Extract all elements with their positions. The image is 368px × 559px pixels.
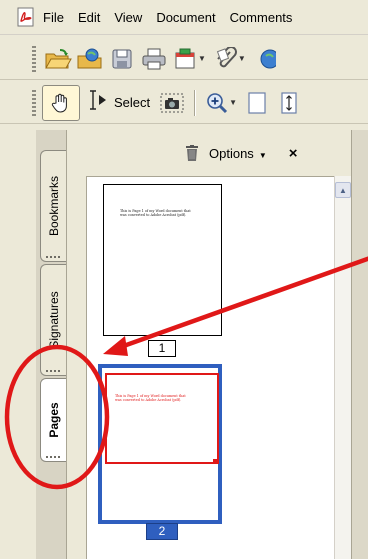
toolbar-separator — [194, 89, 196, 116]
menu-comments[interactable]: Comments — [223, 10, 300, 25]
select-tool-button[interactable]: Select — [80, 87, 156, 119]
options-menu-button[interactable]: Options ▼ — [209, 146, 267, 161]
chevron-down-icon: ▼ — [258, 150, 267, 160]
trash-icon[interactable] — [185, 145, 199, 161]
menu-edit[interactable]: Edit — [71, 10, 107, 25]
email-icon[interactable] — [250, 43, 282, 75]
open-folder-icon[interactable] — [42, 43, 74, 75]
pages-panel-header: Options ▼ × — [67, 130, 347, 176]
options-label: Options — [209, 145, 254, 161]
visible-area-rectangle[interactable] — [105, 373, 219, 464]
page-thumbnail-text: This is Page 1 of my Word document that … — [120, 209, 191, 217]
create-pdf-icon[interactable] — [170, 43, 202, 75]
file-toolbar: ▼ ▼ — [0, 38, 368, 80]
tab-signatures[interactable]: Signatures — [40, 264, 66, 376]
page-number-1[interactable]: 1 — [148, 340, 176, 357]
save-icon[interactable] — [106, 43, 138, 75]
menu-document[interactable]: Document — [149, 10, 222, 25]
page-number-2[interactable]: 2 — [146, 523, 178, 540]
snapshot-icon[interactable] — [156, 87, 188, 119]
tab-grip — [46, 370, 60, 372]
tab-pages-label: Pages — [46, 402, 61, 438]
select-text-icon — [86, 88, 110, 117]
zoom-in-icon[interactable] — [201, 87, 233, 119]
close-icon[interactable]: × — [289, 145, 298, 162]
document-pane-edge — [351, 130, 368, 559]
thumbnails-scrollbar[interactable]: ▲ — [334, 176, 352, 559]
organizer-icon[interactable] — [74, 43, 106, 75]
select-tool-label: Select — [114, 95, 151, 110]
toolbar-grip[interactable] — [32, 89, 36, 116]
menu-file[interactable]: File — [36, 10, 71, 25]
tab-grip — [46, 256, 60, 258]
menu-view[interactable]: View — [107, 10, 149, 25]
tab-pages[interactable]: Pages — [40, 378, 66, 462]
tab-signatures-label: Signatures — [46, 291, 61, 349]
print-icon[interactable] — [138, 43, 170, 75]
resize-handle[interactable] — [213, 459, 218, 464]
menu-bar: File Edit View Document Comments — [0, 0, 368, 35]
page-thumbnail-1[interactable]: This is Page 1 of my Word document that … — [103, 184, 222, 336]
fit-height-icon[interactable] — [273, 87, 305, 119]
tab-bookmarks[interactable]: Bookmarks — [40, 150, 66, 262]
hand-tool-icon[interactable] — [42, 84, 80, 121]
page-icon[interactable] — [241, 87, 273, 119]
tab-bookmarks-label: Bookmarks — [46, 175, 61, 237]
scroll-up-icon[interactable]: ▲ — [335, 182, 351, 198]
acrobat-icon[interactable] — [16, 7, 36, 27]
tools-toolbar: Select ▼ — [0, 82, 368, 124]
tab-grip — [46, 456, 60, 458]
paperclip-icon[interactable] — [210, 43, 242, 75]
toolbar-grip[interactable] — [32, 45, 36, 72]
